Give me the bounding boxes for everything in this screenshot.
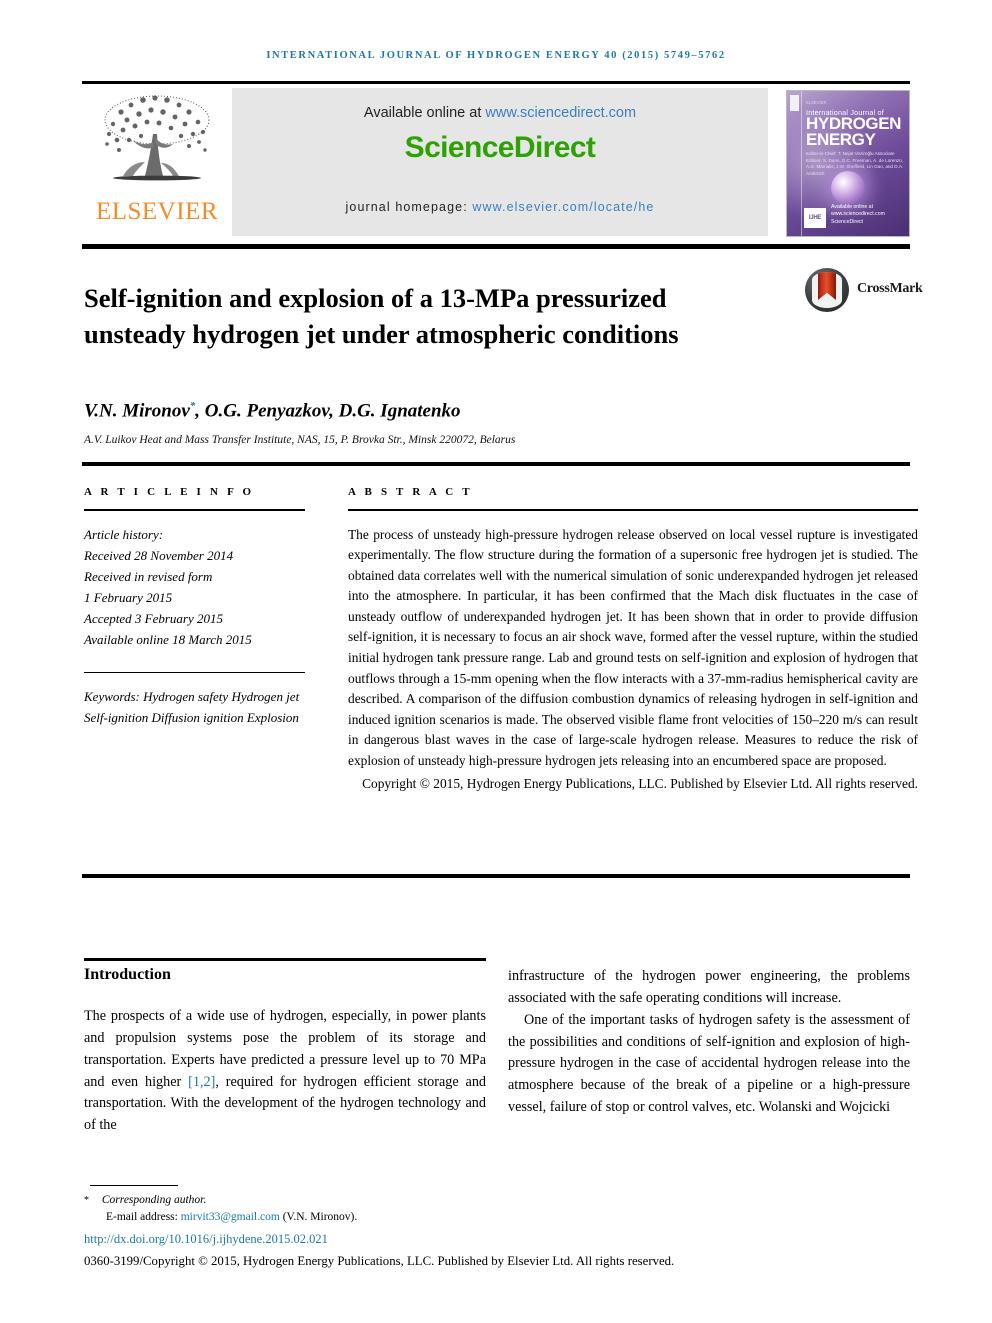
available-online-line: Available online at www.sciencedirect.co… (232, 105, 768, 121)
elsevier-wordmark: ELSEVIER (95, 198, 219, 225)
cover-spine (801, 91, 802, 236)
abstract-heading: A B S T R A C T (348, 486, 473, 498)
article-info-column: A R T I C L E I N F O Article history: R… (84, 486, 316, 728)
crossmark-inner (812, 272, 842, 308)
body-column-left: Introduction The prospects of a wide use… (84, 966, 486, 1137)
sciencedirect-band: Available online at www.sciencedirect.co… (232, 88, 768, 236)
abstract-copyright: Copyright © 2015, Hydrogen Energy Public… (362, 776, 918, 792)
corresponding-author-text: Corresponding author. (101, 1194, 207, 1206)
abstract-column: A B S T R A C T The process of unsteady … (348, 486, 918, 795)
crossmark-icon (805, 268, 849, 312)
paragraph: One of the important tasks of hydrogen s… (508, 1011, 910, 1116)
page-title: Self-ignition and explosion of a 13-MPa … (84, 282, 679, 350)
crossmark-badge[interactable]: CrossMark (805, 268, 923, 314)
citation-link[interactable]: [1,2] (188, 1074, 215, 1090)
info-section-top-rule (82, 462, 910, 466)
keyword-item: Hydrogen safety (143, 689, 229, 705)
crossmark-ribbon (818, 272, 836, 300)
cover-elsevier-mark (790, 95, 799, 111)
elsevier-logo: ELSEVIER (82, 88, 232, 236)
abstract-section-bottom-rule (82, 874, 910, 878)
masthead-bottom-rule (82, 244, 910, 249)
available-online-text: Available online at (363, 105, 486, 121)
sciencedirect-logo: ScienceDirect (404, 131, 596, 164)
cover-sciencedirect-note: Available online at www.sciencedirect.co… (831, 203, 885, 226)
corresponding-author-note: * Corresponding author. (84, 1192, 914, 1209)
email-label: E-mail address: (106, 1211, 181, 1224)
running-head: International Journal of Hydrogen Energy… (266, 50, 726, 61)
abstract-underline (348, 509, 918, 511)
cover-top-line: ELSEVIER (806, 100, 827, 105)
history-item: Received 28 November 2014 (84, 547, 234, 563)
issn-copyright-line: 0360-3199/Copyright © 2015, Hydrogen Ene… (84, 1254, 675, 1268)
elsevier-tree-icon (93, 90, 221, 198)
footnote-rule (90, 1185, 178, 1187)
paragraph: infrastructure of the hydrogen power eng… (508, 968, 910, 1006)
history-item: Available online 18 March 2015 (84, 631, 252, 647)
article-info-heading: A R T I C L E I N F O (84, 486, 255, 498)
author-list: V.N. Mironov*, O.G. Penyazkov, D.G. Igna… (84, 400, 461, 422)
article-info-underline (84, 509, 305, 511)
email-line: E-mail address: mirvit33@gmail.com (V.N.… (106, 1209, 914, 1226)
article-history-label: Article history: (84, 526, 164, 542)
email-link[interactable]: mirvit33@gmail.com (181, 1211, 280, 1223)
affiliation: A.V. Luikov Heat and Mass Transfer Insti… (84, 434, 516, 446)
keyword-item: Diffusion ignition (151, 710, 244, 726)
cover-sphere-graphic (831, 171, 865, 205)
section-heading-introduction: Introduction (84, 966, 171, 983)
email-suffix: (V.N. Mironov). (279, 1211, 358, 1224)
author-names-rest: , O.G. Penyazkov, D.G. Ignatenko (195, 400, 461, 422)
journal-homepage-link[interactable]: www.elsevier.com/locate/he (472, 200, 654, 214)
footnote-block: * Corresponding author. E-mail address: … (84, 1192, 914, 1227)
journal-homepage-label: journal homepage: (345, 200, 473, 214)
journal-homepage-line: journal homepage: www.elsevier.com/locat… (232, 200, 768, 214)
top-divider-rule (82, 81, 910, 84)
cover-badge: IJHE (804, 208, 826, 228)
keywords-label: Keywords: (84, 689, 140, 705)
article-history: Article history: Received 28 November 20… (84, 524, 316, 650)
keywords-divider (84, 671, 305, 674)
keywords-list: Keywords: Hydrogen safety Hydrogen jet S… (84, 686, 316, 728)
history-item: Received in revised form (84, 568, 213, 584)
author-names: V.N. Mironov (84, 400, 190, 422)
crossmark-label: CrossMark (857, 281, 923, 296)
history-item: 1 February 2015 (84, 589, 173, 605)
keyword-item: Explosion (246, 710, 299, 726)
masthead: ELSEVIER Available online at www.science… (82, 88, 910, 237)
sciencedirect-link[interactable]: www.sciencedirect.com (485, 105, 636, 121)
paragraph: The prospects of a wide use of hydrogen,… (84, 1006, 486, 1137)
history-item: Accepted 3 February 2015 (84, 610, 223, 626)
cover-title-line-2: ENERGY (806, 130, 876, 149)
doi-link[interactable]: http://dx.doi.org/10.1016/j.ijhydene.201… (84, 1232, 328, 1247)
keyword-item: Hydrogen jet (231, 689, 300, 705)
keyword-item: Self-ignition (84, 710, 149, 726)
journal-cover-thumbnail[interactable]: ELSEVIER International Journal of HYDROG… (786, 90, 910, 237)
journal-article-page: International Journal of Hydrogen Energy… (0, 0, 992, 1323)
abstract-text: The process of unsteady high-pressure hy… (348, 526, 918, 768)
body-column-right: infrastructure of the hydrogen power eng… (508, 966, 910, 1119)
introduction-top-rule (84, 958, 486, 961)
footnote-star: * (84, 1195, 89, 1206)
